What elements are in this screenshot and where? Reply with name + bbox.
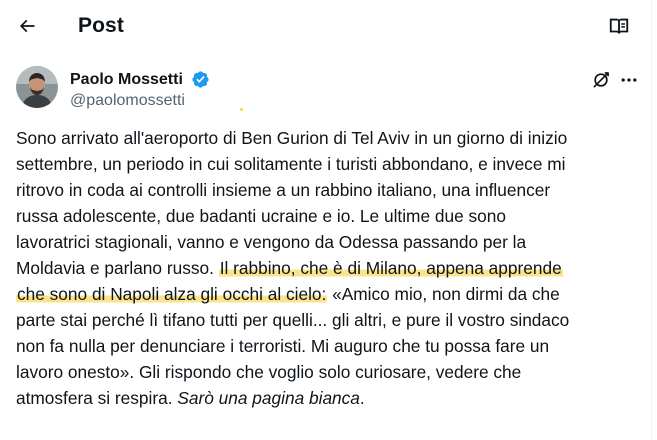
tweet-line: lavoro onesto». Gli rispondo che voglio … [16, 359, 642, 385]
tweet-line: ritrovo in coda ai controlli insieme a u… [16, 177, 642, 203]
text-segment: ritrovo in coda ai controlli insieme a u… [16, 180, 551, 200]
post-header: Post [0, 0, 651, 53]
text-segment: atmosfera si respira. [16, 388, 178, 408]
text-segment: parte stai perché lì tifano tutti per qu… [16, 310, 570, 330]
tweet-line: russa adolescente, due badanti ucraine e… [16, 203, 642, 229]
text-segment: settembre, un periodo in cui solitamente… [16, 154, 566, 174]
text-segment: . [359, 388, 365, 408]
tweet-line: non fa nulla per denunciare i terroristi… [16, 333, 642, 359]
tweet-line: Moldavia e parlano russo. Il rabbino, ch… [16, 255, 642, 281]
column-divider [651, 0, 652, 440]
highlight-mark [240, 108, 243, 111]
text-segment: lavoratrici stagionali, vanno e vengono … [16, 232, 527, 252]
more-options-button[interactable] [618, 69, 640, 91]
back-button[interactable] [10, 9, 44, 43]
highlighted-text: che sono di Napoli alza gli occhi al cie… [16, 284, 328, 304]
text-segment: «Amico mio, non dirmi da che [327, 284, 560, 304]
tweet-line: Sono arrivato all'aeroporto di Ben Gurio… [16, 125, 642, 151]
text-segment: lavoro onesto». Gli rispondo che voglio … [16, 362, 522, 382]
profile-photo [16, 66, 58, 108]
tweet-line: settembre, un periodo in cui solitamente… [16, 151, 642, 177]
reader-mode-button[interactable] [602, 9, 636, 43]
tweet-text: Sono arrivato all'aeroporto di Ben Gurio… [16, 125, 642, 411]
arrow-left-icon [19, 19, 35, 33]
verified-badge-icon[interactable] [191, 70, 210, 89]
tweet-line: atmosfera si respira. Sarò una pagina bi… [16, 385, 642, 411]
tweet-line: parte stai perché lì tifano tutti per qu… [16, 307, 642, 333]
author-handle[interactable]: @paolomossetti [70, 91, 185, 111]
grok-icon [593, 72, 609, 88]
highlighted-text: Il rabbino, che è di Milano, appena appr… [218, 258, 563, 278]
page-title: Post [78, 14, 124, 37]
grok-button[interactable] [590, 69, 612, 91]
text-segment: russa adolescente, due badanti ucraine e… [16, 206, 506, 226]
author-name[interactable]: Paolo Mossetti [70, 70, 183, 90]
text-segment: non fa nulla per denunciare i terroristi… [16, 336, 550, 356]
avatar[interactable] [16, 66, 58, 108]
book-open-icon [609, 18, 629, 34]
more-horizontal-icon [621, 78, 637, 82]
text-segment: Moldavia e parlano russo. [16, 258, 219, 278]
tweet-line: lavoratrici stagionali, vanno e vengono … [16, 229, 642, 255]
tweet-line: che sono di Napoli alza gli occhi al cie… [16, 281, 642, 307]
italic-text: Sarò una pagina bianca [177, 388, 360, 408]
text-segment: Sono arrivato all'aeroporto di Ben Gurio… [16, 128, 568, 148]
